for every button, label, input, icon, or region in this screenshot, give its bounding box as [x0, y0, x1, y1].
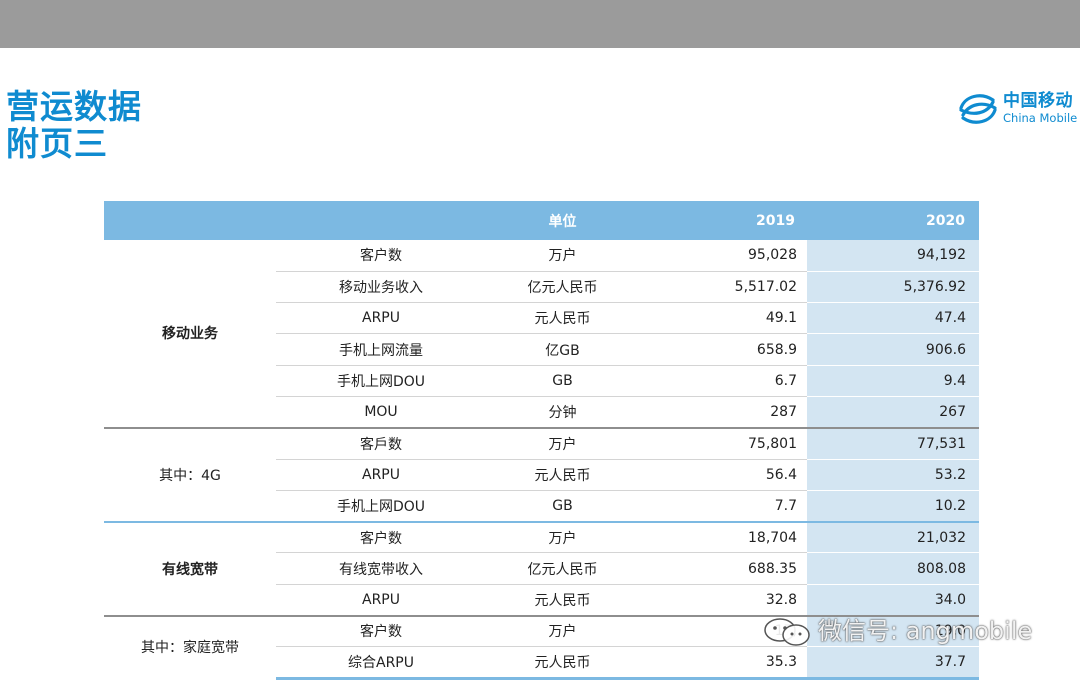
group-label: 有线宽带: [104, 520, 276, 616]
value-2019-cell: 32.8: [639, 584, 807, 617]
group-label: 其中：家庭宽带: [104, 614, 276, 679]
title-line-1: 营运数据: [6, 87, 142, 126]
item-cell: 手机上网DOU: [276, 365, 486, 397]
item-cell: 客戶数: [276, 426, 486, 460]
value-2020-cell: 267: [807, 396, 979, 429]
unit-cell: 亿元人民币: [486, 552, 639, 585]
value-2019-cell: 7.7: [639, 490, 807, 523]
unit-cell: GB: [486, 490, 639, 523]
logo-en-text: China Mobile: [1003, 111, 1078, 125]
value-2020-cell: 9.4: [807, 365, 979, 397]
value-2019-cell: 75,801: [639, 426, 807, 460]
value-2020-cell: 10.2: [807, 490, 979, 523]
item-cell: 客户数: [276, 240, 486, 272]
value-2019-cell: 658.9: [639, 333, 807, 366]
title-line-2: 附页三: [6, 124, 108, 163]
value-2020-cell: 5,376.92: [807, 271, 979, 304]
value-2019-cell: 49.1: [639, 302, 807, 335]
table-row: 有线宽带 客户数 万户 18,704 21,032: [104, 520, 979, 616]
china-mobile-swirl-icon: [959, 94, 997, 124]
value-2020-cell: 808.08: [807, 552, 979, 585]
value-2020-cell: 53.2: [807, 459, 979, 491]
header-2020: 2020: [807, 201, 979, 240]
value-2019-cell: 287: [639, 396, 807, 429]
value-2020-cell: 94,192: [807, 240, 979, 272]
china-mobile-logo: 中国移动 China Mobile: [957, 88, 1079, 130]
page-title: 营运数据 附页三: [6, 88, 142, 162]
value-2020-cell: 21,032: [807, 520, 979, 554]
item-cell: 有线宽带收入: [276, 552, 486, 585]
unit-cell: 分钟: [486, 396, 639, 429]
wechat-watermark: 微信号: angmobile: [760, 612, 1060, 652]
item-cell: 客户数: [276, 614, 486, 648]
unit-cell: 元人民币: [486, 646, 639, 680]
group-label: 移动业务: [162, 326, 218, 343]
value-2019-cell: 95,028: [639, 240, 807, 272]
unit-cell: 元人民币: [486, 584, 639, 617]
value-2019-cell: 18,704: [639, 520, 807, 554]
unit-cell: 万户: [486, 426, 639, 460]
value-2019-cell: 5,517.02: [639, 271, 807, 304]
item-cell: ARPU: [276, 459, 486, 491]
unit-cell: GB: [486, 365, 639, 397]
logo-cn-text: 中国移动: [1003, 91, 1073, 111]
watermark-text: 微信号: angmobile: [818, 617, 1033, 645]
table-row: 移动业务 客户数 万户 95,028 94,192: [104, 240, 979, 342]
item-cell: ARPU: [276, 302, 486, 335]
item-cell: 客户数: [276, 520, 486, 554]
header-item: [276, 201, 486, 240]
table-row: 其中：4G 客戶数 万户 75,801 77,531: [104, 426, 979, 522]
item-cell: 移动业务收入: [276, 271, 486, 304]
unit-cell: 元人民币: [486, 459, 639, 491]
value-2019-cell: 688.35: [639, 552, 807, 585]
value-2019-cell: 56.4: [639, 459, 807, 491]
header-unit: 单位: [486, 201, 639, 240]
wechat-icon: [764, 618, 810, 646]
top-banner: [0, 0, 1080, 48]
unit-cell: 万户: [486, 240, 639, 272]
value-2020-cell: 906.6: [807, 333, 979, 366]
value-2020-cell: 47.4: [807, 302, 979, 335]
header-2019: 2019: [639, 201, 807, 240]
unit-cell: 亿元人民币: [486, 271, 639, 304]
item-cell: 手机上网DOU: [276, 490, 486, 523]
item-cell: ARPU: [276, 584, 486, 617]
value-2019-cell: 6.7: [639, 365, 807, 397]
value-2020-cell: 34.0: [807, 584, 979, 617]
operating-data-table: 单位 2019 2020 移动业务 客户数 万户 95,028 94,192 移动业务收入…: [104, 201, 979, 680]
table-header-row: 单位 2019 2020: [104, 201, 979, 240]
unit-cell: 万户: [486, 614, 639, 648]
group-label: 其中：4G: [104, 426, 276, 522]
item-cell: 手机上网流量: [276, 333, 486, 366]
header-group: [104, 201, 276, 240]
unit-cell: 亿GB: [486, 333, 639, 366]
unit-cell: 万户: [486, 520, 639, 554]
item-cell: 综合ARPU: [276, 646, 486, 680]
value-2020-cell: 77,531: [807, 426, 979, 460]
unit-cell: 元人民币: [486, 302, 639, 335]
item-cell: MOU: [276, 396, 486, 429]
